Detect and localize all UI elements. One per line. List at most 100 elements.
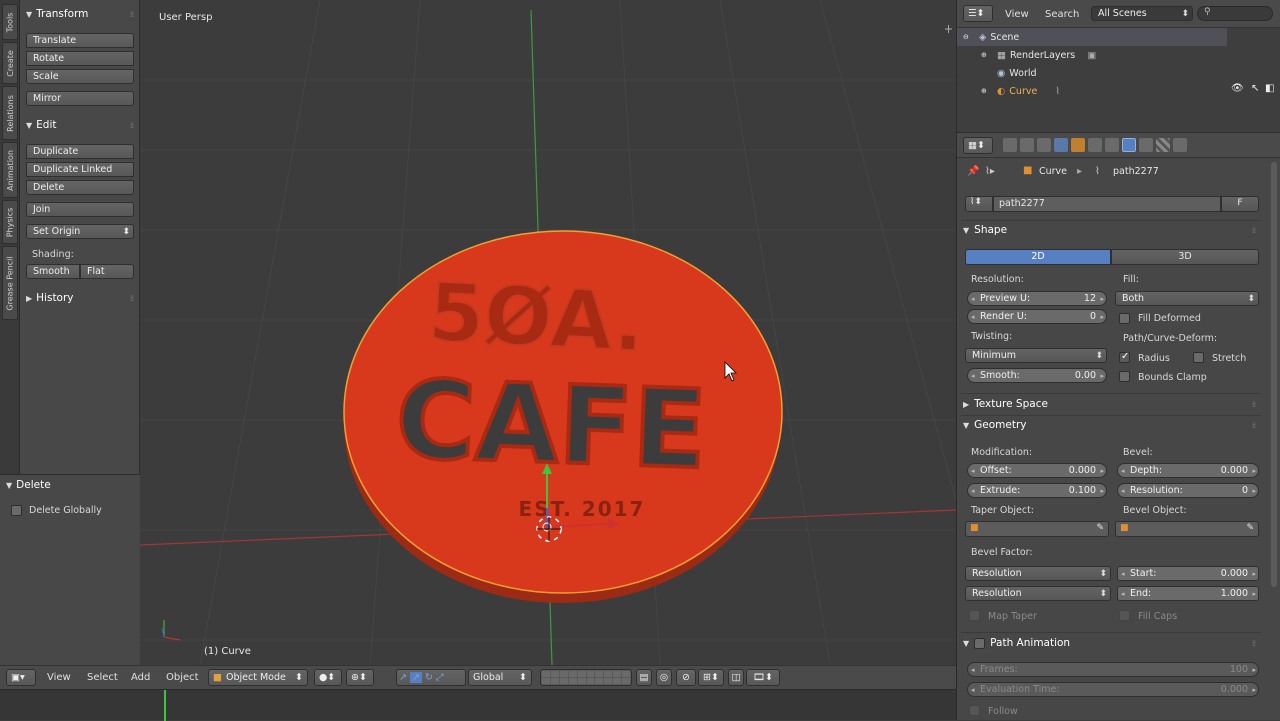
- datablock-browse-button[interactable]: ⌇⬍: [965, 196, 993, 212]
- object-tab-icon[interactable]: [1071, 138, 1085, 152]
- path-animation-checkbox[interactable]: [974, 637, 986, 649]
- render-tab-icon[interactable]: [1003, 138, 1017, 152]
- mirror-button[interactable]: Mirror: [26, 91, 134, 106]
- operator-panel-header[interactable]: ▼ Delete: [6, 477, 51, 493]
- pin-icon[interactable]: 📌: [967, 166, 979, 177]
- bevel-resolution-field[interactable]: Resolution: 0: [1117, 483, 1259, 498]
- set-origin-dropdown[interactable]: Set Origin ⬍: [26, 224, 134, 239]
- shade-flat-button[interactable]: Flat: [80, 264, 134, 279]
- edit-panel-header[interactable]: ▼ Edit: [26, 117, 57, 133]
- radius-checkbox[interactable]: [1119, 351, 1130, 363]
- delete-globally-checkbox[interactable]: [11, 505, 22, 516]
- outliner-menu-view[interactable]: View: [1005, 9, 1029, 20]
- taper-object-field[interactable]: ■ ✎: [965, 521, 1109, 537]
- disc-object[interactable]: 5ØA. CAFE EST. 2017: [343, 230, 783, 603]
- eyedropper-icon[interactable]: ✎: [1246, 523, 1254, 533]
- drag-grip-icon[interactable]: ⁞⁞: [1252, 400, 1256, 409]
- mode-dropdown[interactable]: ■ Object Mode ⬍: [208, 669, 308, 686]
- render-u-field[interactable]: Render U: 0: [967, 309, 1107, 324]
- physics-tab-icon[interactable]: [1173, 138, 1187, 152]
- duplicate-button[interactable]: Duplicate: [26, 144, 134, 159]
- render-camera-icon[interactable]: ◧: [1265, 83, 1274, 94]
- tab-create[interactable]: Create: [2, 42, 18, 84]
- outliner-row-scene[interactable]: ⊖ ◈ Scene: [957, 28, 1227, 46]
- eyedropper-icon[interactable]: ✎: [1096, 523, 1104, 533]
- map-taper-checkbox[interactable]: [969, 610, 980, 621]
- viewport-shading-dropdown[interactable]: ●⬍: [314, 669, 342, 686]
- drag-grip-icon[interactable]: ⁞⁞: [130, 10, 134, 19]
- bounds-clamp-checkbox[interactable]: [1119, 371, 1130, 382]
- texture-space-panel-header[interactable]: ▶ Texture Space: [963, 395, 1259, 413]
- fill-mode-dropdown[interactable]: Both: [1115, 291, 1259, 306]
- render-animation-icon[interactable]: 🎞⬍: [746, 669, 780, 686]
- transform-panel-header[interactable]: ▼ Transform: [26, 6, 88, 22]
- modifiers-tab-icon[interactable]: [1105, 138, 1119, 152]
- rotate-manipulator-icon[interactable]: ↻: [425, 672, 433, 683]
- snap-element-dropdown[interactable]: ⊞⬍: [698, 669, 724, 686]
- menu-select[interactable]: Select: [87, 672, 118, 683]
- pivot-point-dropdown[interactable]: ⊕⬍: [346, 669, 374, 686]
- smooth-field[interactable]: Smooth: 0.00: [967, 368, 1107, 383]
- tab-grease-pencil[interactable]: Grease Pencil: [2, 246, 18, 320]
- extrude-field[interactable]: Extrude: 0.100: [967, 483, 1107, 498]
- datablock-name-input[interactable]: path2277: [993, 196, 1221, 212]
- rotate-button[interactable]: Rotate: [26, 51, 134, 66]
- layer-buttons[interactable]: [540, 669, 632, 686]
- properties-scrollbar[interactable]: [1271, 162, 1277, 587]
- path-animation-panel-header[interactable]: ▼ Path Animation: [963, 634, 1259, 652]
- viewport-corner-plus-icon[interactable]: [945, 25, 952, 33]
- lock-layers-icon[interactable]: ▤: [636, 669, 652, 686]
- drag-grip-icon[interactable]: ⁞⁞: [130, 121, 134, 130]
- fake-user-button[interactable]: F: [1221, 196, 1259, 212]
- manipulator-buttons[interactable]: ↗ ↗ ↻ ⤢: [396, 669, 466, 686]
- transform-orientation-dropdown[interactable]: Global ⬍: [468, 669, 532, 686]
- offset-field[interactable]: Offset: 0.000: [967, 463, 1107, 478]
- follow-checkbox[interactable]: [969, 705, 980, 716]
- scale-button[interactable]: Scale: [26, 69, 134, 84]
- selectable-cursor-icon[interactable]: ↖: [1251, 83, 1259, 94]
- frames-field[interactable]: Frames: 100: [967, 662, 1259, 677]
- drag-grip-icon[interactable]: ⁞⁞: [1252, 639, 1256, 648]
- scale-manipulator-icon[interactable]: ⤢: [436, 672, 444, 683]
- outliner-row-world[interactable]: ◉ World: [957, 64, 1227, 82]
- tab-physics[interactable]: Physics: [2, 200, 18, 244]
- fill-caps-checkbox[interactable]: [1119, 610, 1130, 621]
- 3d-cursor-icon[interactable]: [536, 516, 562, 542]
- snap-toggle-icon[interactable]: ⊘: [676, 669, 696, 686]
- world-tab-icon[interactable]: [1054, 138, 1068, 152]
- material-tab-icon[interactable]: [1139, 138, 1153, 152]
- curve-data-tab-icon[interactable]: [1122, 138, 1136, 152]
- outliner-row-renderlayers[interactable]: ⊕ ▦ RenderLayers ▣: [957, 46, 1227, 64]
- texture-tab-icon[interactable]: [1156, 138, 1170, 152]
- opengl-render-icon[interactable]: ◫: [728, 669, 744, 686]
- manipulator-toggle-icon[interactable]: ↗: [399, 672, 407, 683]
- shape-2d-tab[interactable]: 2D: [965, 249, 1111, 265]
- tab-relations[interactable]: Relations: [2, 86, 18, 140]
- translate-button[interactable]: Translate: [26, 33, 134, 48]
- outliner-search-input[interactable]: ⚲: [1197, 6, 1273, 21]
- bevel-factor-start-mode-dropdown[interactable]: Resolution: [965, 566, 1111, 581]
- history-panel-header[interactable]: ▶ History: [26, 290, 74, 306]
- menu-add[interactable]: Add: [131, 672, 150, 683]
- bevel-end-field[interactable]: End: 1.000: [1117, 586, 1259, 601]
- shade-smooth-button[interactable]: Smooth: [26, 264, 80, 279]
- drag-grip-icon[interactable]: ⁞⁞: [1252, 421, 1256, 430]
- editor-type-button[interactable]: ▣▾: [6, 669, 36, 686]
- timeline[interactable]: [0, 689, 956, 721]
- viewport-scene[interactable]: 5ØA. CAFE EST. 2017: [140, 0, 956, 665]
- expand-triangle-icon[interactable]: ⊕: [981, 87, 991, 95]
- tab-tools[interactable]: Tools: [2, 4, 18, 40]
- constraints-tab-icon[interactable]: [1088, 138, 1102, 152]
- visibility-eye-icon[interactable]: 👁: [1231, 83, 1244, 94]
- depth-field[interactable]: Depth: 0.000: [1117, 463, 1259, 478]
- current-frame-marker[interactable]: [164, 690, 166, 721]
- collapse-triangle-icon[interactable]: ⊖: [963, 33, 973, 41]
- bevel-object-field[interactable]: ■ ✎: [1115, 521, 1259, 537]
- display-mode-dropdown[interactable]: All Scenes: [1091, 6, 1193, 21]
- shape-3d-tab[interactable]: 3D: [1111, 249, 1259, 265]
- bevel-start-field[interactable]: Start: 0.000: [1117, 566, 1259, 581]
- join-button[interactable]: Join: [26, 202, 134, 217]
- delete-button[interactable]: Delete: [26, 180, 134, 195]
- twisting-dropdown[interactable]: Minimum: [965, 348, 1107, 363]
- fill-deformed-checkbox[interactable]: [1119, 313, 1130, 324]
